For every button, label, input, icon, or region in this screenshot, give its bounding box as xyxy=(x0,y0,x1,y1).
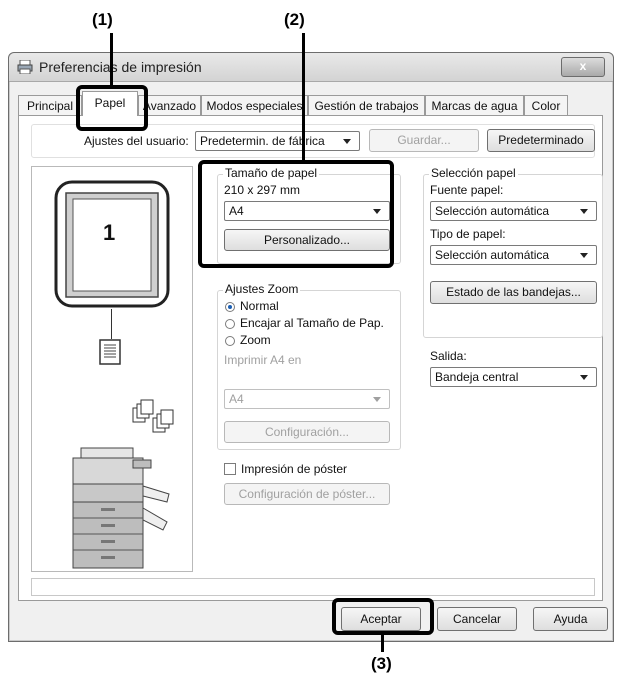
paper-type-value: Selección automática xyxy=(435,248,550,262)
tab-gestion-trabajos[interactable]: Gestión de trabajos xyxy=(308,95,425,115)
save-button[interactable]: Guardar... xyxy=(369,129,479,152)
paper-source-select[interactable]: Selección automática xyxy=(430,201,597,221)
paper-selection-group-label: Selección papel xyxy=(429,166,518,180)
title-bar: Preferencias de impresión x xyxy=(9,53,613,82)
cancel-button[interactable]: Cancelar xyxy=(437,607,517,631)
zoom-fit-radio[interactable] xyxy=(225,319,235,329)
user-settings-value: Predetermin. de fábrica xyxy=(200,134,325,148)
printer-icon xyxy=(17,60,33,74)
print-on-value: A4 xyxy=(229,392,244,406)
print-preferences-dialog: Preferencias de impresión x Principal Pa… xyxy=(8,52,614,642)
preview-connector xyxy=(111,309,112,339)
print-on-select[interactable]: A4 xyxy=(224,389,390,409)
tab-marcas-agua[interactable]: Marcas de agua xyxy=(425,95,524,115)
callout-2-pointer xyxy=(302,33,305,160)
zoom-normal-label: Normal xyxy=(240,299,279,313)
chevron-down-icon xyxy=(580,253,588,258)
callout-1-pointer xyxy=(110,33,113,85)
print-on-label: Imprimir A4 en xyxy=(224,353,302,367)
output-stack-icon xyxy=(132,399,174,433)
zoom-group-label: Ajustes Zoom xyxy=(223,282,301,296)
help-button[interactable]: Ayuda xyxy=(533,607,608,631)
paper-source-value: Selección automática xyxy=(435,204,550,218)
tab-modos-especiales[interactable]: Modos especiales xyxy=(201,95,308,115)
chevron-down-icon xyxy=(343,139,351,144)
callout-3-label: (3) xyxy=(371,654,392,673)
zoom-zoom-label: Zoom xyxy=(240,333,271,347)
poster-checkbox-label: Impresión de póster xyxy=(241,462,348,476)
close-button[interactable]: x xyxy=(561,57,605,77)
paper-type-select[interactable]: Selección automática xyxy=(430,245,597,265)
printer-machine-icon xyxy=(72,447,170,569)
tab-color[interactable]: Color xyxy=(524,95,568,115)
tab-papel[interactable]: Papel xyxy=(82,91,138,116)
output-select[interactable]: Bandeja central xyxy=(430,367,597,387)
zoom-normal-radio[interactable] xyxy=(225,302,235,312)
tab-principal[interactable]: Principal xyxy=(18,95,82,115)
poster-checkbox[interactable] xyxy=(224,463,236,475)
callout-3-highlight xyxy=(332,598,434,635)
preview-page-number: 1 xyxy=(103,220,116,245)
user-settings-label: Ajustes del usuario: xyxy=(84,134,189,148)
window-title: Preferencias de impresión xyxy=(39,59,202,75)
zoom-fit-label: Encajar al Tamaño de Pap. xyxy=(240,316,384,330)
paper-source-label: Fuente papel: xyxy=(430,183,504,197)
chevron-down-icon xyxy=(373,397,381,402)
chevron-down-icon xyxy=(580,209,588,214)
document-icon xyxy=(99,339,121,365)
callout-3-pointer xyxy=(381,634,384,652)
callout-2-highlight xyxy=(198,160,394,268)
paper-type-label: Tipo de papel: xyxy=(430,227,506,241)
tray-status-button[interactable]: Estado de las bandejas... xyxy=(430,281,597,304)
callout-1-label: (1) xyxy=(92,10,113,29)
output-label: Salida: xyxy=(430,349,467,363)
zoom-zoom-radio[interactable] xyxy=(225,336,235,346)
callout-2-label: (2) xyxy=(284,10,305,29)
info-bar xyxy=(31,578,595,596)
user-settings-select[interactable]: Predetermin. de fábrica xyxy=(195,131,360,151)
zoom-config-button[interactable]: Configuración... xyxy=(224,421,390,443)
default-button[interactable]: Predeterminado xyxy=(487,129,595,152)
chevron-down-icon xyxy=(580,375,588,380)
output-value: Bandeja central xyxy=(435,370,519,384)
poster-config-button[interactable]: Configuración de póster... xyxy=(224,483,390,505)
